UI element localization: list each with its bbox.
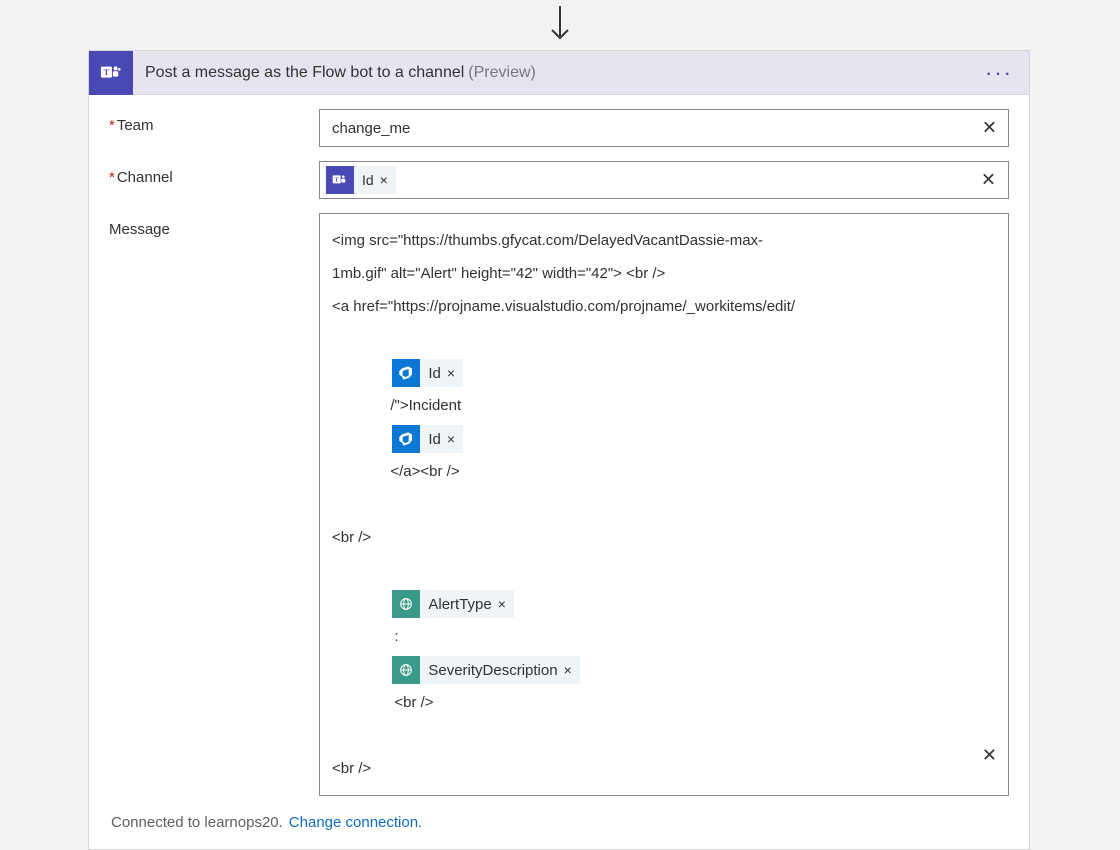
team-row: *Team ✕ bbox=[109, 109, 1009, 147]
svg-text:T: T bbox=[104, 67, 110, 76]
devops-icon bbox=[392, 425, 420, 453]
message-text-line: <img src="https://thumbs.gfycat.com/Dela… bbox=[332, 224, 968, 257]
alerttype-token[interactable]: AlertType × bbox=[392, 590, 514, 618]
message-text-line: AlertType × : SeverityDescription bbox=[332, 554, 968, 752]
card-header[interactable]: T Post a message as the Flow bot to a ch… bbox=[89, 51, 1029, 95]
team-label: *Team bbox=[109, 109, 319, 134]
globe-icon bbox=[392, 590, 420, 618]
severitydescription-token[interactable]: SeverityDescription × bbox=[392, 656, 579, 684]
flow-arrow-down bbox=[542, 4, 578, 44]
token-remove[interactable]: × bbox=[498, 589, 506, 620]
token-remove[interactable]: × bbox=[447, 358, 455, 389]
card-menu-button[interactable]: ··· bbox=[985, 61, 1017, 85]
channel-token-id[interactable]: T Id × bbox=[326, 166, 396, 194]
globe-icon bbox=[392, 656, 420, 684]
team-input[interactable] bbox=[319, 109, 1009, 147]
teams-icon: T bbox=[326, 166, 354, 194]
channel-token-label: Id bbox=[362, 172, 374, 188]
token-remove[interactable]: × bbox=[447, 424, 455, 455]
message-input[interactable]: <img src="https://thumbs.gfycat.com/Dela… bbox=[319, 213, 1009, 796]
devops-id-token[interactable]: Id × bbox=[392, 425, 463, 453]
required-asterisk: * bbox=[109, 117, 115, 134]
message-text-line: Id × /">Incident Id bbox=[332, 323, 968, 521]
change-connection-link[interactable]: Change connection. bbox=[289, 814, 422, 831]
channel-clear-button[interactable]: ✕ bbox=[977, 166, 1000, 195]
required-asterisk: * bbox=[109, 169, 115, 186]
message-clear-button[interactable]: ✕ bbox=[978, 741, 1001, 770]
team-clear-button[interactable]: ✕ bbox=[978, 114, 1001, 143]
message-row: Message <img src="https://thumbs.gfycat.… bbox=[109, 213, 1009, 796]
svg-text:T: T bbox=[335, 177, 339, 183]
connection-footer: Connected to learnops20. Change connecti… bbox=[109, 814, 1009, 831]
channel-token-remove[interactable]: × bbox=[380, 172, 388, 188]
channel-row: *Channel T bbox=[109, 161, 1009, 199]
message-label: Message bbox=[109, 213, 319, 238]
channel-input[interactable]: T Id × ✕ bbox=[319, 161, 1009, 199]
message-text-line: <br /> bbox=[332, 521, 968, 554]
card-title-text: Post a message as the Flow bot to a chan… bbox=[145, 64, 464, 82]
card-title-suffix: (Preview) bbox=[468, 64, 536, 82]
message-text-line: 1mb.gif" alt="Alert" height="42" width="… bbox=[332, 257, 968, 290]
token-remove[interactable]: × bbox=[564, 655, 572, 686]
channel-label: *Channel bbox=[109, 161, 319, 186]
message-text-line: <br /> bbox=[332, 752, 968, 785]
card-title: Post a message as the Flow bot to a chan… bbox=[133, 64, 985, 82]
teams-connector-icon: T bbox=[89, 51, 133, 95]
flow-action-card: T Post a message as the Flow bot to a ch… bbox=[88, 50, 1030, 850]
devops-id-token[interactable]: Id × bbox=[392, 359, 463, 387]
message-text-line: <a href="https://projname.visualstudio.c… bbox=[332, 290, 968, 323]
connected-to-text: Connected to learnops20. bbox=[111, 814, 283, 831]
devops-icon bbox=[392, 359, 420, 387]
